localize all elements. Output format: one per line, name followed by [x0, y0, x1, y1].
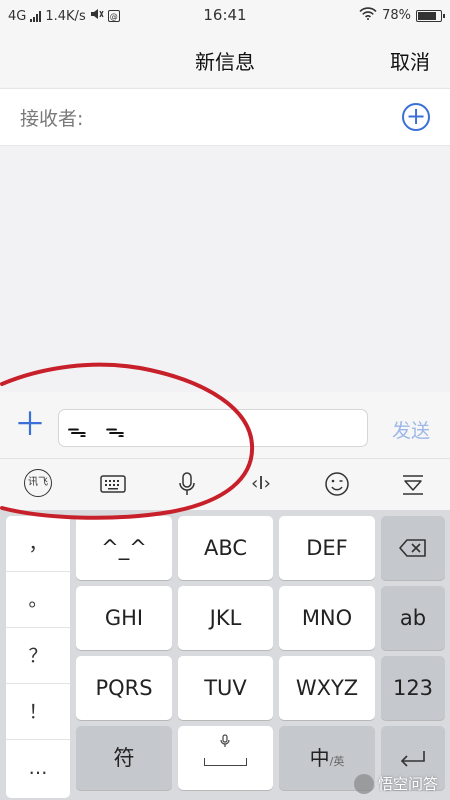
- punctuation-column: ， 。 ？ ！ …: [6, 516, 70, 798]
- microphone-icon[interactable]: [172, 469, 202, 499]
- space-mic-icon: [220, 734, 230, 747]
- space-key[interactable]: [178, 726, 273, 790]
- collapse-keyboard-icon[interactable]: [398, 469, 428, 499]
- backspace-key[interactable]: [381, 516, 445, 580]
- recipient-field[interactable]: 接收者: +: [0, 88, 450, 146]
- t9-keyboard: ， 。 ？ ！ … ^_^ ABC DEF GHI JKL MNO ab PQR…: [0, 510, 450, 800]
- punct-period-key[interactable]: 。: [6, 572, 70, 628]
- lang-main-label: 中: [309, 746, 330, 770]
- message-input[interactable]: ᯓ ᯓ: [58, 409, 368, 447]
- cursor-move-icon[interactable]: ‹I›: [246, 469, 276, 499]
- watermark-text: 悟空问答: [377, 775, 438, 793]
- lang-sub-label: /英: [329, 755, 345, 768]
- symbol-key[interactable]: 符: [76, 726, 172, 790]
- emoji-icon[interactable]: [322, 469, 352, 499]
- watermark-logo-icon: [353, 773, 374, 794]
- punct-ellipsis-key[interactable]: …: [6, 740, 70, 796]
- punct-comma-key[interactable]: ，: [6, 516, 70, 572]
- key-abc[interactable]: ABC: [178, 516, 273, 580]
- key-mno[interactable]: MNO: [279, 586, 375, 650]
- ime-toolbar: 讯飞 ‹I›: [0, 458, 450, 510]
- message-area: [0, 146, 450, 392]
- recipient-label: 接收者:: [20, 108, 84, 130]
- battery-percent: 78%: [382, 8, 411, 23]
- key-ab[interactable]: ab: [381, 586, 445, 650]
- xunfei-logo-icon[interactable]: 讯飞: [24, 469, 52, 497]
- page-title: 新信息: [195, 50, 255, 74]
- key-jkl[interactable]: JKL: [178, 586, 273, 650]
- send-button[interactable]: 发送: [392, 416, 430, 443]
- add-contact-icon[interactable]: +: [402, 103, 430, 131]
- compose-bar: ＋ ᯓ ᯓ 发送: [0, 392, 450, 458]
- attach-plus-icon[interactable]: ＋: [14, 408, 46, 440]
- cancel-button[interactable]: 取消: [390, 46, 430, 75]
- status-right: 78%: [359, 7, 445, 24]
- key-def[interactable]: DEF: [279, 516, 375, 580]
- wifi-icon: [359, 7, 377, 24]
- watermark: 悟空问答: [353, 773, 438, 794]
- battery-icon: [416, 9, 445, 22]
- key-pqrs[interactable]: PQRS: [76, 656, 172, 720]
- punct-exclaim-key[interactable]: ！: [6, 684, 70, 740]
- key-tuv[interactable]: TUV: [178, 656, 273, 720]
- key-emoticon[interactable]: ^_^: [76, 516, 172, 580]
- key-wxyz[interactable]: WXYZ: [279, 656, 375, 720]
- header: 新信息 取消: [0, 32, 450, 87]
- key-123[interactable]: 123: [381, 656, 445, 720]
- keyboard-icon[interactable]: [98, 469, 128, 499]
- punct-question-key[interactable]: ？: [6, 628, 70, 684]
- status-bar: 4G 1.4K/s @ 16:41 78%: [0, 0, 450, 32]
- key-ghi[interactable]: GHI: [76, 586, 172, 650]
